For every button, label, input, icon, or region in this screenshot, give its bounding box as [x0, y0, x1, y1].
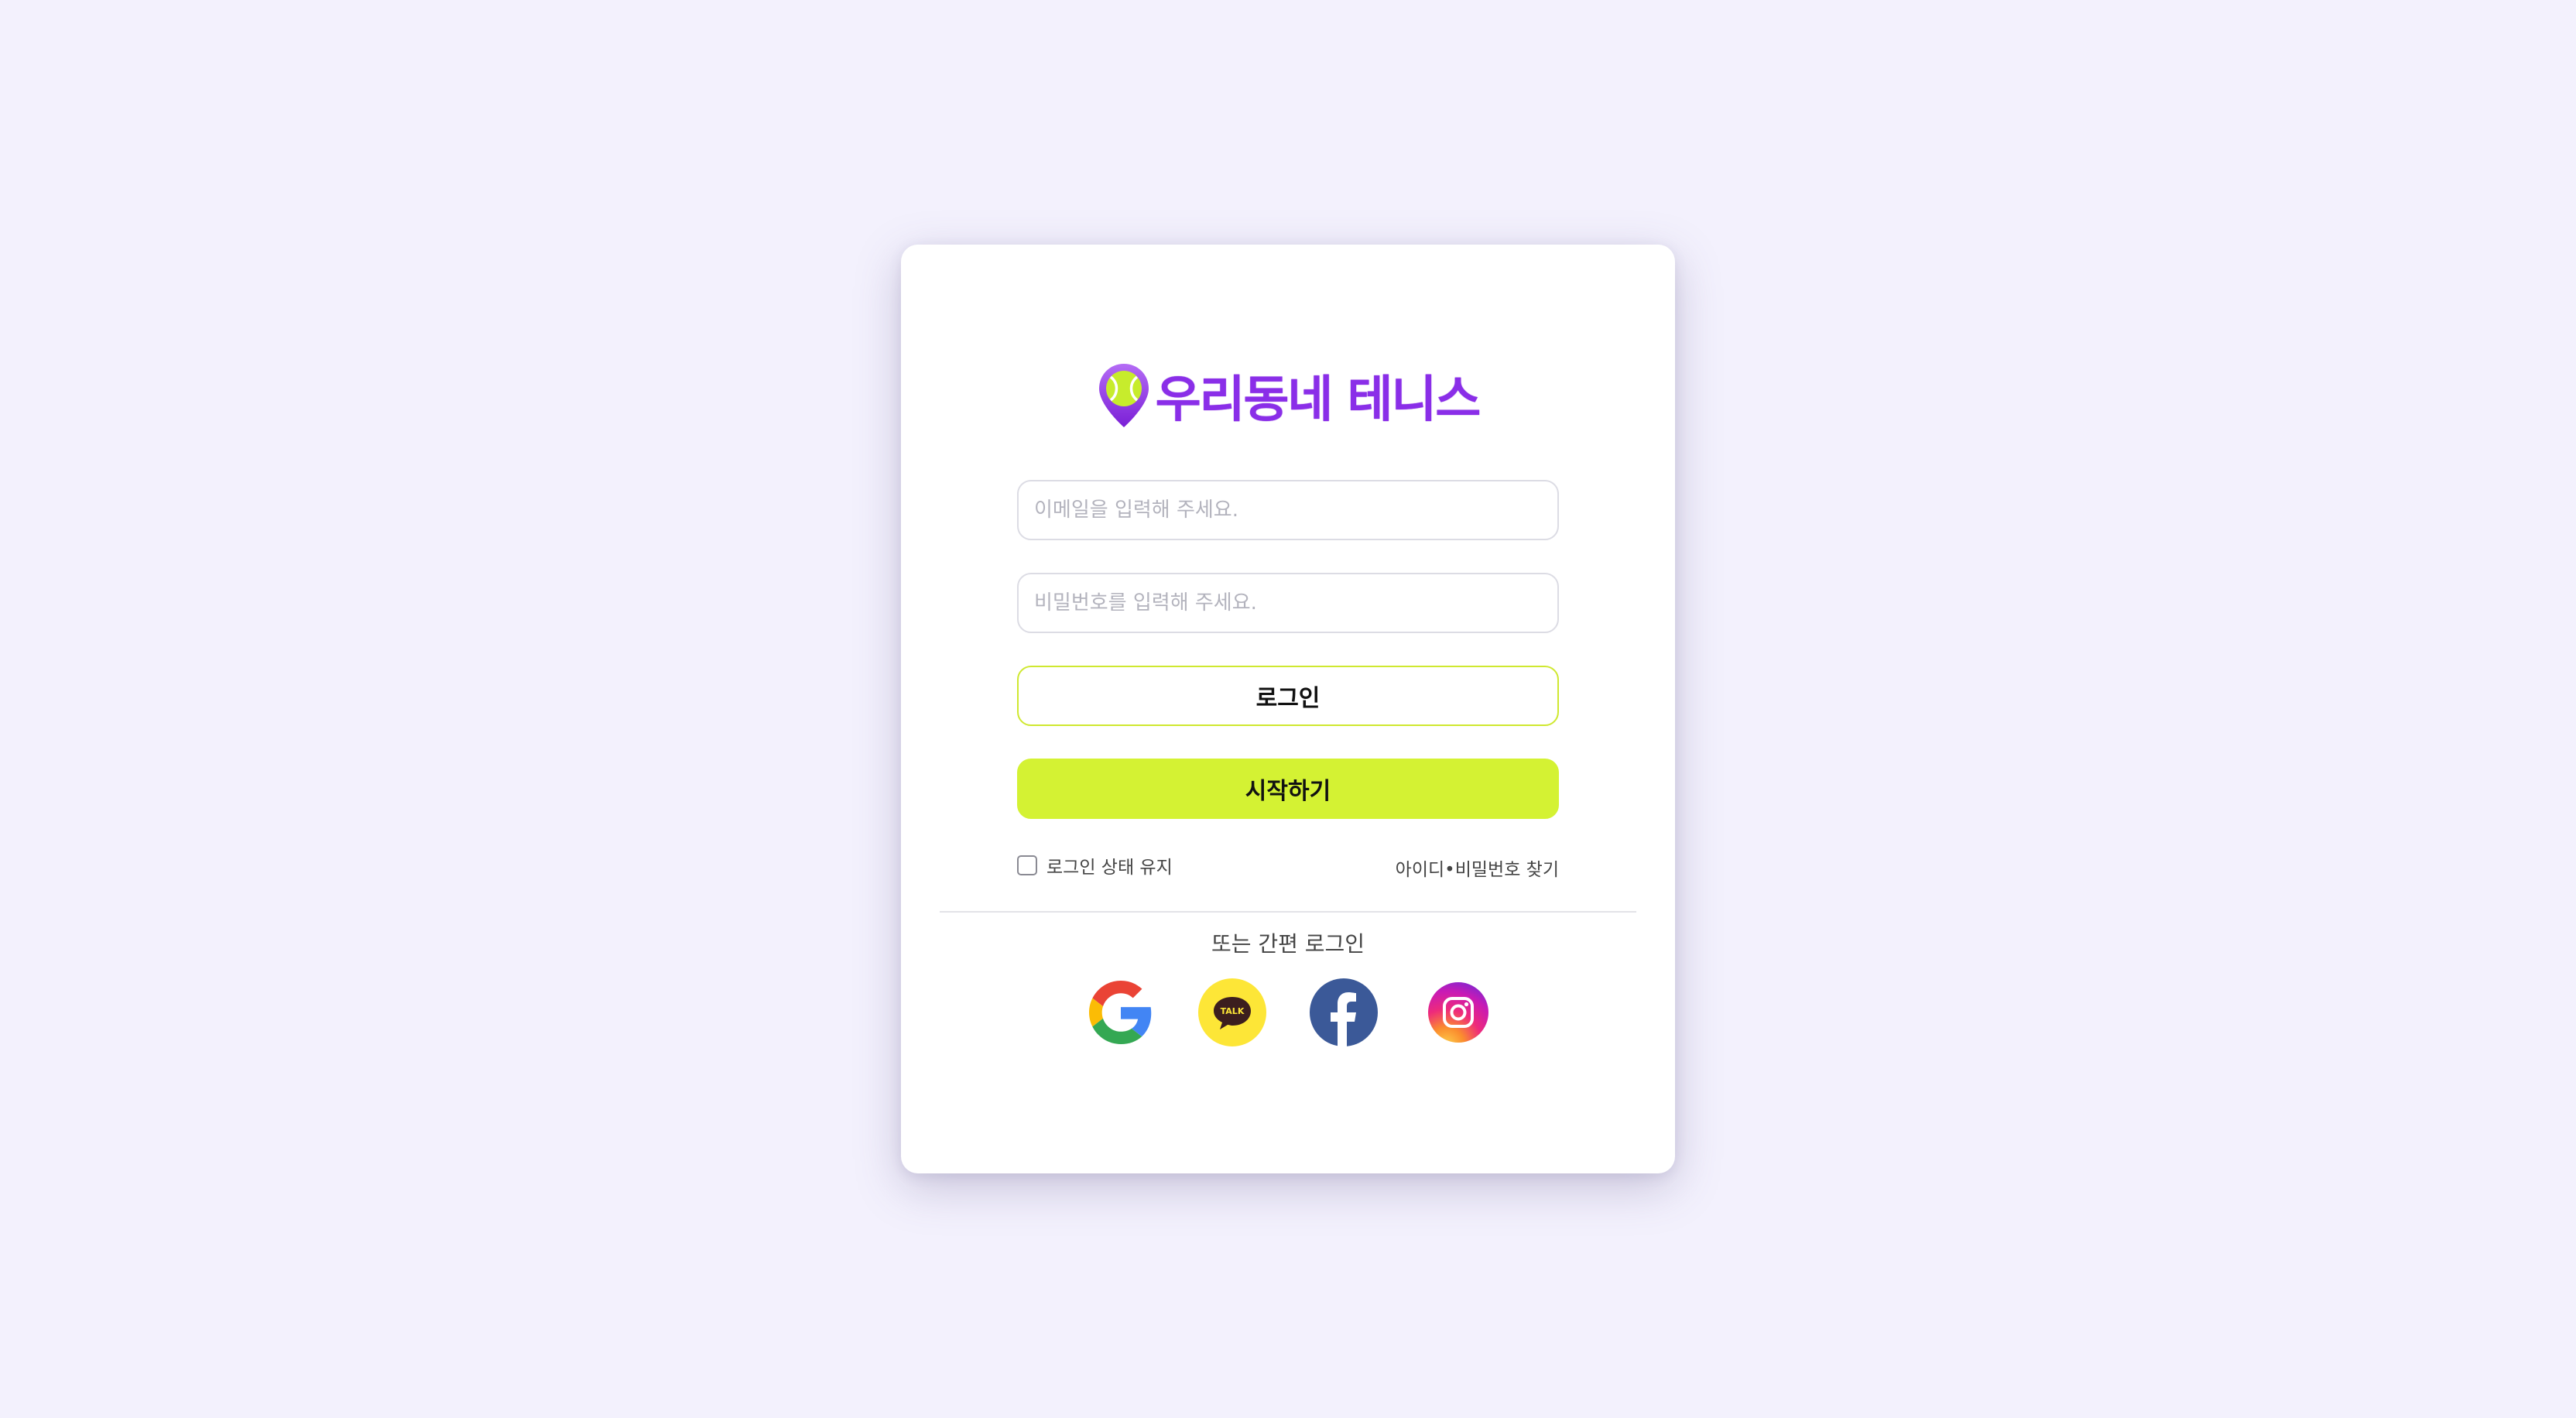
kakao-login-button[interactable]: TALK: [1198, 978, 1266, 1046]
divider: [940, 911, 1636, 913]
tennis-ball-location-pin-icon: [1098, 364, 1149, 427]
social-login-title: 또는 간편 로그인: [1211, 931, 1365, 957]
login-card: 우리동네 테니스 로그인 시작하기 로그인 상태 유지 아이디•비밀번호 찾기 …: [901, 245, 1675, 1173]
start-button-label: 시작하기: [1245, 778, 1331, 805]
find-account-link[interactable]: 아이디•비밀번호 찾기: [1396, 855, 1559, 881]
google-login-button[interactable]: [1087, 978, 1155, 1046]
login-button-label: 로그인: [1255, 685, 1321, 712]
kakao-talk-badge: TALK: [1221, 1006, 1245, 1016]
brand-name: 우리동네 테니스: [1155, 372, 1481, 429]
start-button[interactable]: 시작하기: [1017, 759, 1559, 819]
remember-login-checkbox[interactable]: [1017, 855, 1037, 875]
remember-login-label: 로그인 상태 유지: [1046, 858, 1173, 878]
instagram-login-button[interactable]: [1424, 978, 1492, 1046]
email-input[interactable]: [1017, 480, 1559, 540]
login-button[interactable]: 로그인: [1017, 666, 1559, 726]
brand-logo: 우리동네 테니스: [1098, 361, 1481, 430]
social-login-buttons: TALK: [901, 978, 1675, 1048]
facebook-login-button[interactable]: [1310, 978, 1378, 1046]
google-icon: [1089, 981, 1152, 1044]
facebook-icon: [1331, 992, 1356, 1046]
instagram-icon: [1428, 982, 1488, 1043]
kakao-talk-icon: TALK: [1214, 997, 1251, 1029]
remember-login-option[interactable]: 로그인 상태 유지: [1017, 853, 1173, 878]
password-input[interactable]: [1017, 573, 1559, 633]
